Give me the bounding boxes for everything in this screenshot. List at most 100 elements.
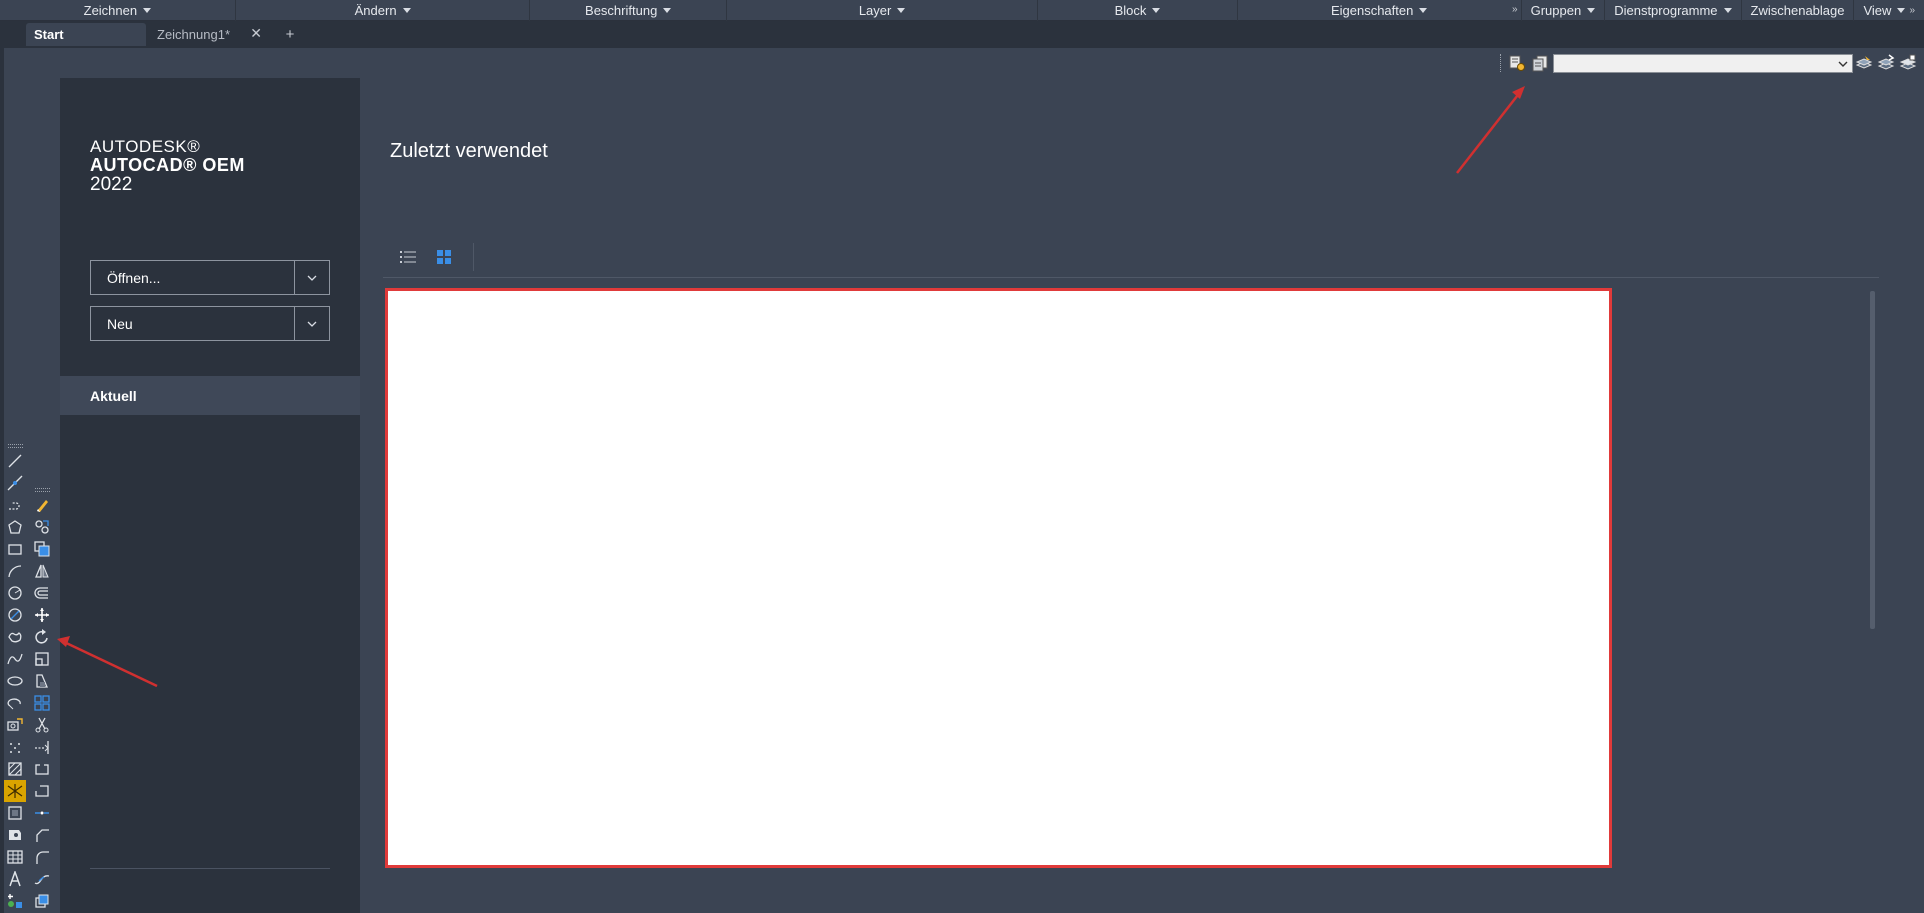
construction-line-icon[interactable]	[4, 472, 26, 494]
rotate-icon[interactable]	[31, 626, 53, 648]
blend-curves-icon[interactable]	[31, 868, 53, 890]
explode-icon[interactable]	[31, 890, 53, 912]
ellipse-arc-icon[interactable]	[4, 692, 26, 714]
arc-icon[interactable]	[4, 560, 26, 582]
close-icon[interactable]: ✕	[250, 25, 262, 42]
fillet-icon[interactable]	[31, 846, 53, 868]
vertical-scrollbar[interactable]	[1870, 291, 1875, 629]
ribbon-panel-label: Gruppen	[1530, 2, 1582, 18]
ellipse-icon[interactable]	[4, 670, 26, 692]
ribbon-panel-gruppen[interactable]: Gruppen	[1522, 0, 1606, 21]
brand-line-1: AUTODESK®	[90, 137, 201, 156]
erase-icon[interactable]	[31, 494, 53, 516]
offset-icon[interactable]	[31, 582, 53, 604]
chevron-down-icon[interactable]	[1836, 56, 1850, 71]
multiline-text-icon[interactable]	[4, 868, 26, 890]
ribbon-panel-label: Block	[1114, 2, 1147, 18]
scale-icon[interactable]	[31, 648, 53, 670]
chevron-down-icon	[897, 7, 906, 13]
chevron-down-icon	[1587, 7, 1596, 13]
brand-line-2: AUTOCAD® OEM	[90, 154, 245, 175]
ribbon-panel-label: Zwischenablage	[1750, 2, 1845, 18]
move-icon[interactable]	[31, 604, 53, 626]
open-button-label: Öffnen...	[107, 269, 161, 286]
copy-icon[interactable]	[31, 516, 53, 538]
stretch-icon[interactable]	[31, 670, 53, 692]
spline-icon[interactable]	[4, 626, 26, 648]
page-title: Zuletzt verwendet	[390, 140, 548, 162]
layer-previous-icon[interactable]	[1877, 54, 1895, 72]
break-icon[interactable]	[31, 780, 53, 802]
copy-objects-icon[interactable]	[31, 538, 53, 560]
make-current-layer-icon[interactable]	[1855, 54, 1873, 72]
join-icon[interactable]	[31, 802, 53, 824]
line-icon[interactable]	[4, 450, 26, 472]
insert-block-icon[interactable]	[4, 714, 26, 736]
rectangular-array-icon[interactable]	[31, 692, 53, 714]
open-dropdown-button[interactable]	[295, 261, 329, 294]
mirror-icon[interactable]	[31, 560, 53, 582]
new-button-label: Neu	[107, 315, 133, 332]
add-selected-icon[interactable]	[4, 890, 26, 912]
open-button[interactable]: Öffnen...	[91, 261, 295, 294]
new-tab-button[interactable]: +	[279, 23, 301, 46]
ribbon-panel-label: Layer	[858, 2, 892, 18]
ribbon-panel-dienstprogramme[interactable]: Dienstprogramme	[1605, 0, 1742, 21]
toolbar-grip[interactable]	[35, 488, 50, 492]
new-button[interactable]: Neu	[91, 307, 295, 340]
table-icon[interactable]	[4, 846, 26, 868]
expand-panel-icon[interactable]: »	[1909, 5, 1915, 16]
hatch-icon[interactable]	[4, 758, 26, 780]
chamfer-icon[interactable]	[31, 824, 53, 846]
divider	[90, 868, 330, 869]
divider	[383, 277, 1879, 278]
wipeout-icon[interactable]	[4, 824, 26, 846]
product-logo: AUTODESK® AUTOCAD® OEM 2022	[90, 138, 245, 195]
ribbon-panel-zwischenablage[interactable]: Zwischenablage	[1742, 0, 1855, 21]
ribbon-right-panels: Gruppen Dienstprogramme Zwischenablage V…	[1522, 0, 1924, 21]
layer-dropdown[interactable]	[1553, 54, 1853, 73]
polyline-icon[interactable]	[4, 494, 26, 516]
circle-icon[interactable]	[4, 582, 26, 604]
ribbon-panel-eigenschaften[interactable]: Eigenschaften »	[1238, 0, 1522, 21]
ribbon-panel-block[interactable]: Block	[1038, 0, 1238, 21]
chevron-down-icon	[402, 7, 411, 13]
sidebar-item-aktuell[interactable]: Aktuell	[60, 376, 360, 415]
region-icon[interactable]	[4, 802, 26, 824]
revision-cloud-icon[interactable]	[4, 604, 26, 626]
ribbon-panel-label: Beschriftung	[585, 2, 658, 18]
draw-toolbar	[4, 441, 27, 913]
toolbar-grip[interactable]	[1500, 54, 1503, 72]
make-block-icon[interactable]	[4, 736, 26, 758]
chevron-down-icon	[1897, 7, 1906, 13]
layer-properties-icon[interactable]	[1508, 54, 1526, 72]
ribbon-panel-view[interactable]: View »	[1854, 0, 1924, 21]
ribbon-panel-zeichnen[interactable]: Zeichnen	[0, 0, 236, 21]
ribbon-panel-beschriftung[interactable]: Beschriftung	[530, 0, 727, 21]
trim-icon[interactable]	[31, 714, 53, 736]
recent-files-area[interactable]	[385, 288, 1612, 868]
layer-isolate-icon[interactable]	[1899, 54, 1917, 72]
extend-icon[interactable]	[31, 736, 53, 758]
layer-state-icon[interactable]	[1531, 54, 1549, 72]
new-dropdown-button[interactable]	[295, 307, 329, 340]
tab-start[interactable]: Start	[26, 23, 146, 46]
grid-view-button[interactable]	[432, 246, 456, 268]
list-view-button[interactable]	[396, 246, 420, 268]
ribbon-panel-bar: Zeichnen Ändern Beschriftung Layer Block…	[0, 0, 1924, 21]
file-tab-bar: Start Zeichnung1* ✕ +	[0, 21, 1924, 48]
ribbon-panel-aendern[interactable]: Ändern	[236, 0, 531, 21]
gradient-icon[interactable]	[4, 780, 26, 802]
polygon-icon[interactable]	[4, 516, 26, 538]
expand-panel-icon[interactable]: »	[1512, 4, 1518, 15]
tab-zeichnung1[interactable]: Zeichnung1* ✕	[150, 23, 268, 46]
rectangle-icon[interactable]	[4, 538, 26, 560]
sidebar-item-label: Aktuell	[90, 387, 137, 404]
chevron-down-icon	[307, 275, 317, 281]
tab-label: Start	[34, 27, 64, 42]
break-at-point-icon[interactable]	[31, 758, 53, 780]
divider	[473, 243, 474, 271]
toolbar-grip[interactable]	[8, 444, 23, 448]
spline-fit-icon[interactable]	[4, 648, 26, 670]
ribbon-panel-layer[interactable]: Layer	[727, 0, 1039, 21]
